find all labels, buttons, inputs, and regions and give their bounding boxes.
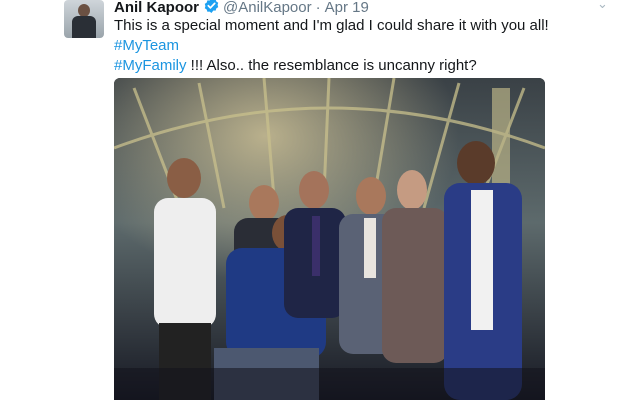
group-photo-illustration	[114, 78, 545, 400]
tweet-text-part2: !!! Also.. the resemblance is uncanny ri…	[186, 57, 477, 74]
header-separator: ·	[315, 0, 321, 16]
avatar[interactable]	[64, 0, 104, 38]
hashtag-myfamily[interactable]: #MyFamily	[114, 57, 187, 74]
hashtag-myteam[interactable]: #MyTeam	[114, 37, 179, 54]
tweet-text-part1: This is a special moment and I'm glad I …	[114, 17, 549, 34]
tweet-timestamp[interactable]: Apr 19	[325, 0, 369, 16]
chevron-down-icon[interactable]: ⌄	[597, 0, 608, 12]
author-handle[interactable]: @AnilKapoor	[223, 0, 312, 16]
tweet-text: This is a special moment and I'm glad I …	[114, 16, 604, 76]
avatar-body	[72, 16, 96, 38]
tweet-photo[interactable]	[114, 78, 545, 400]
tweet-header: Anil Kapoor @AnilKapoor · Apr 19	[114, 0, 369, 17]
author-name[interactable]: Anil Kapoor	[114, 0, 199, 16]
